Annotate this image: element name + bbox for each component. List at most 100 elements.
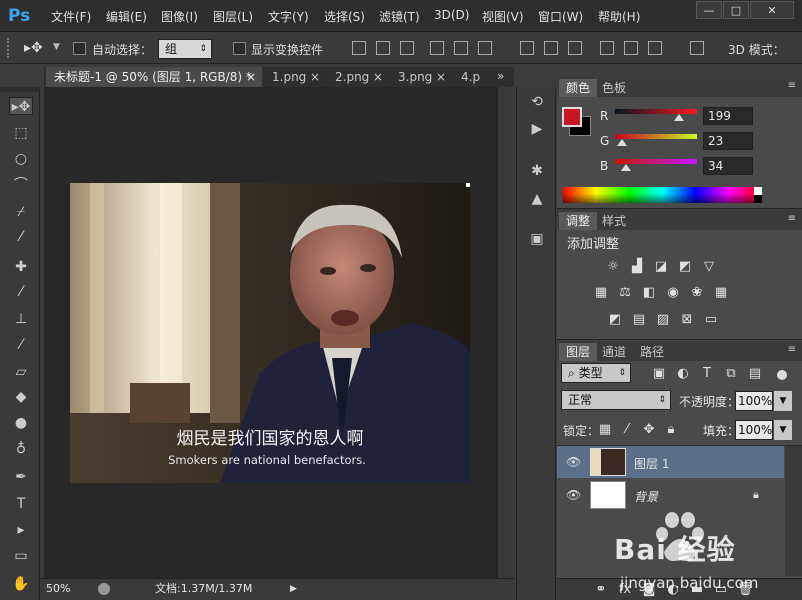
minimize-button[interactable]: — [696,1,722,19]
lock-transparency-icon[interactable]: ▦ [597,422,613,438]
lasso-tool-icon[interactable]: ○ [12,150,30,168]
auto-select-dropdown[interactable]: 组 ⇕ [158,39,212,59]
menu-view[interactable]: 视图(V) [482,8,524,25]
chevron-down-icon[interactable]: ▼ [774,420,792,440]
actions-play-icon[interactable]: ▶ [527,119,547,139]
lock-image-icon[interactable]: ⁄ [619,422,635,438]
tab-1-png[interactable]: 1.png × [264,67,326,87]
type-tool-icon[interactable]: T [12,495,30,513]
menu-window[interactable]: 窗口(W) [538,8,583,25]
hand-tool-icon[interactable]: ✋ [12,575,30,593]
tab-color[interactable]: 颜色 [559,79,598,97]
channel-r-slider[interactable] [615,109,697,114]
menu-layer[interactable]: 图层(L) [213,8,253,25]
history-brush-tool-icon[interactable]: ⁄ [12,336,30,354]
panel-menu-icon[interactable]: ≡ [788,344,796,355]
menu-type[interactable]: 文字(Y) [268,8,309,25]
panel-menu-icon[interactable]: ≡ [788,80,796,91]
menu-help[interactable]: 帮助(H) [598,8,640,25]
close-icon[interactable]: × [373,67,383,87]
chevron-down-icon[interactable]: ▼ [774,391,792,411]
status-menu-arrow-icon[interactable]: ▶ [290,579,297,599]
distribute-right-icon[interactable] [648,41,662,55]
photo-filter-icon[interactable]: ◉ [665,285,681,301]
hue-saturation-icon[interactable]: ▦ [593,285,609,301]
auto-select-checkbox[interactable] [73,42,86,55]
tab-channels[interactable]: 通道 [595,343,633,361]
distribute-left-icon[interactable] [600,41,614,55]
invert-icon[interactable]: ◩ [607,312,623,328]
layer-name[interactable]: 图层 1 [634,455,669,472]
menu-select[interactable]: 选择(S) [324,8,365,25]
maximize-button[interactable]: □ [723,1,749,19]
distribute-top-icon[interactable] [520,41,534,55]
filter-pixel-icon[interactable]: ▣ [651,366,667,382]
color-lookup-icon[interactable]: ▦ [713,285,729,301]
grip-handle[interactable] [7,38,11,58]
filter-smart-object-icon[interactable]: ▤ [747,366,763,382]
channel-r-thumb[interactable] [673,114,684,121]
distribute-hcenter-icon[interactable] [624,41,638,55]
gradient-map-icon[interactable]: ▭ [703,312,719,328]
clone-source-icon[interactable]: ▲ [527,189,547,209]
zoom-level[interactable]: 50% [46,579,70,599]
eyedropper-tool-icon[interactable]: ⁄ [12,228,30,246]
distribute-bottom-icon[interactable] [568,41,582,55]
crop-tool-icon[interactable]: ⌿ [12,203,30,221]
filter-toggle-icon[interactable] [777,370,787,380]
eraser-tool-icon[interactable]: ▱ [12,363,30,381]
blend-mode-dropdown[interactable]: 正常 ⇕ [561,390,671,410]
close-icon[interactable]: × [310,67,320,87]
document-image[interactable]: 烟民是我们国家的恩人啊 Smokers are national benefac… [70,183,470,483]
show-transform-checkbox[interactable] [233,42,246,55]
selective-color-icon[interactable]: ⊠ [679,312,695,328]
exposure-icon[interactable]: ◩ [677,259,693,275]
filter-type-icon[interactable]: T [699,366,715,382]
fill-input[interactable]: 100% [735,420,773,440]
color-balance-icon[interactable]: ⚖ [617,285,633,301]
panel-menu-icon[interactable]: ≡ [788,213,796,224]
clone-stamp-tool-icon[interactable]: ⊥ [12,310,30,328]
layer-row-layer1[interactable]: 👁︎ 图层 1 [557,446,784,478]
channel-r-input[interactable]: 199 [703,107,753,125]
align-hcenter-icon[interactable] [454,41,468,55]
link-layers-icon[interactable]: ⚭ [593,582,609,598]
chevron-down-icon[interactable]: ▼ [53,42,60,52]
close-button[interactable]: ✕ [750,1,794,19]
lock-all-icon[interactable]: 🔒︎ [663,422,679,438]
black-white-icon[interactable]: ◧ [641,285,657,301]
quick-selection-tool-icon[interactable]: ⌒ [12,176,30,194]
blur-tool-icon[interactable]: ● [12,414,30,432]
tab-swatches[interactable]: 色板 [595,79,633,97]
rectangle-tool-icon[interactable]: ▭ [12,547,30,565]
align-top-icon[interactable] [352,41,366,55]
menu-image[interactable]: 图像(I) [161,8,198,25]
filter-shape-icon[interactable]: ⧉ [723,366,739,382]
channel-b-thumb[interactable] [620,164,631,171]
pen-tool-icon[interactable]: ✒ [12,468,30,486]
filter-adjustment-icon[interactable]: ◐ [675,366,691,382]
eye-icon[interactable]: 👁︎ [566,488,581,502]
tab-untitled-1[interactable]: 未标题-1 @ 50% (图层 1, RGB/8) * × [46,67,262,87]
tab-layers[interactable]: 图层 [559,343,598,361]
align-left-icon[interactable] [430,41,444,55]
channel-g-thumb[interactable] [617,139,628,146]
auto-align-icon[interactable] [690,41,704,55]
channel-g-input[interactable]: 23 [703,132,753,150]
status-info-icon[interactable] [98,583,110,595]
menu-edit[interactable]: 编辑(E) [106,8,147,25]
posterize-icon[interactable]: ▤ [631,312,647,328]
tab-4-png[interactable]: 4.p [453,67,491,87]
brush-presets-icon[interactable]: ✱ [527,161,547,181]
more-tabs-icon[interactable]: » [497,69,504,83]
align-bottom-icon[interactable] [400,41,414,55]
channel-b-input[interactable]: 34 [703,157,753,175]
levels-icon[interactable]: ▟ [629,259,645,275]
threshold-icon[interactable]: ▨ [655,312,671,328]
brush-tool-icon[interactable]: ⁄ [12,283,30,301]
lock-position-icon[interactable]: ✥ [641,422,657,438]
curves-icon[interactable]: ◪ [653,259,669,275]
color-spectrum-ramp[interactable] [563,187,762,203]
menu-filter[interactable]: 滤镜(T) [379,8,420,25]
path-selection-tool-icon[interactable]: ▸ [12,521,30,539]
